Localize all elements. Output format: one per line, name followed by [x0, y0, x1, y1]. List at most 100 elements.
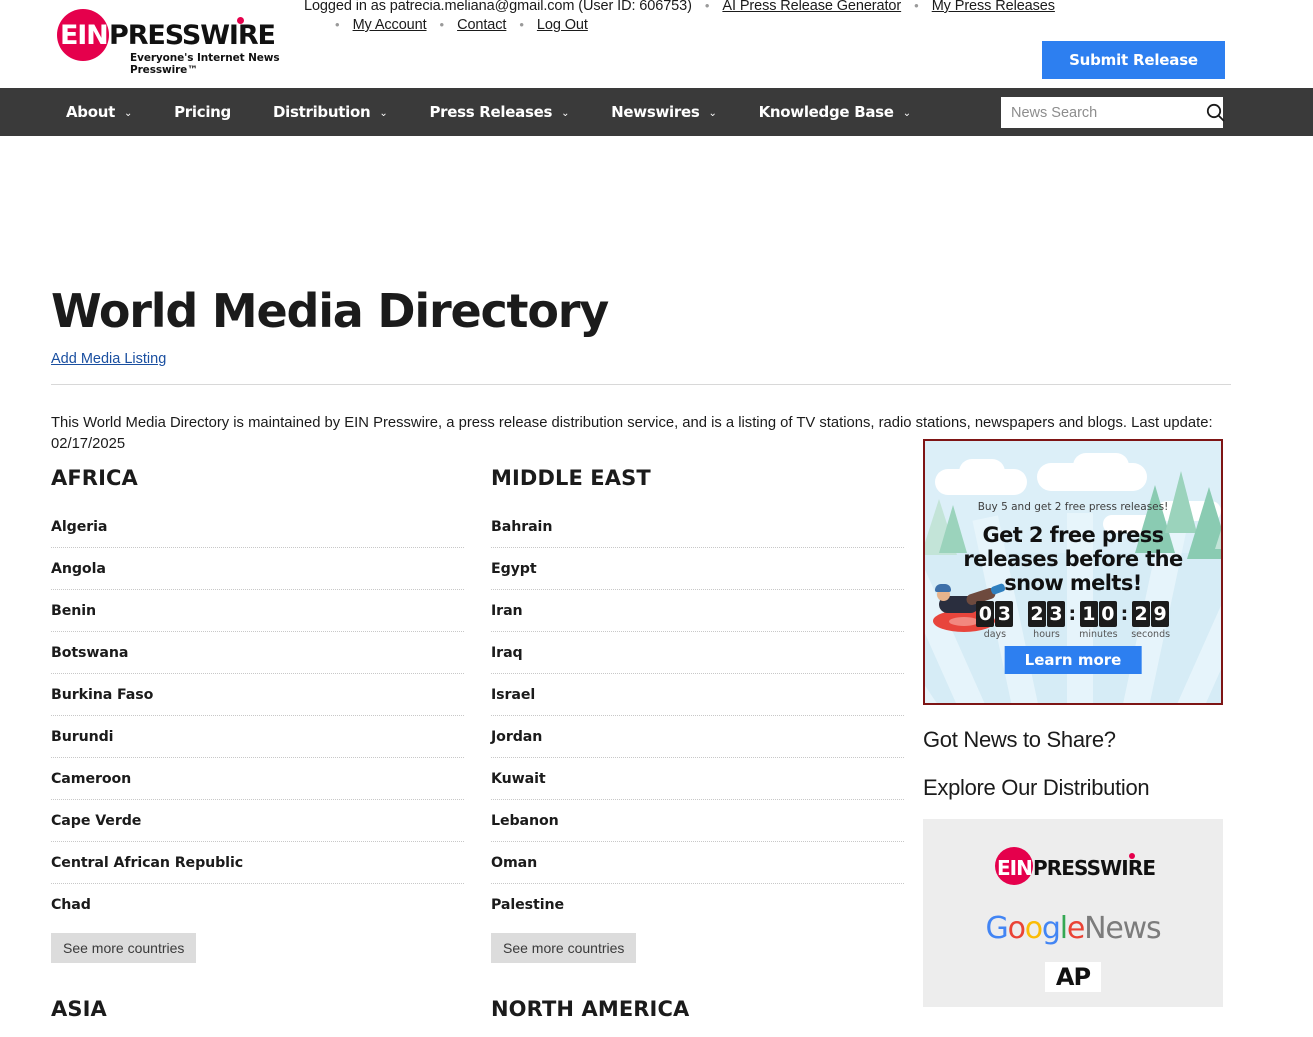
chevron-down-icon: ⌄: [561, 107, 570, 119]
countdown-digit: 2: [1028, 601, 1047, 627]
google-letter-o2: o: [1024, 911, 1043, 946]
region-heading-north-america: NORTH AMERICA: [491, 997, 690, 1021]
nav-item-list: About ⌄ Pricing Distribution ⌄ Press Releases…: [66, 88, 953, 136]
explore-distribution-heading: Explore Our Distribution: [923, 775, 1150, 800]
countdown-separator: :: [1120, 603, 1129, 625]
countdown-group-minutes: 1 0 minutes: [1079, 601, 1118, 640]
nav-item-label: Distribution: [273, 103, 371, 121]
contact-link[interactable]: Contact: [457, 17, 506, 33]
ein-presswire-logo[interactable]: EIN PRESSWIRE Everyone's Internet News P…: [51, 6, 296, 76]
bullet-separator-icon: •: [519, 16, 524, 32]
country-list-item[interactable]: Iran: [491, 590, 904, 632]
chevron-down-icon: ⌄: [708, 107, 717, 119]
logo-ein-text: EIN: [997, 856, 1033, 880]
nav-item-press-releases[interactable]: Press Releases ⌄: [429, 103, 569, 121]
chevron-down-icon: ⌄: [379, 107, 388, 119]
cloud-icon: [959, 459, 1005, 485]
country-list-item[interactable]: Algeria: [51, 506, 464, 548]
google-letter-g2: g: [1041, 911, 1061, 946]
ad-headline: Get 2 free press releases before the sno…: [963, 523, 1183, 595]
google-letter-g: G: [985, 911, 1009, 946]
countdown-group-hours: 2 3 hours: [1028, 601, 1066, 640]
ad-subheadline: Buy 5 and get 2 free press releases!: [977, 501, 1169, 513]
countdown-digits: 23: [1028, 601, 1066, 627]
nav-item-newswires[interactable]: Newswires ⌄: [611, 103, 717, 121]
right-sidebar: Buy 5 and get 2 free press releases! Get…: [923, 439, 1223, 1007]
country-list-item[interactable]: Kuwait: [491, 758, 904, 800]
countdown-digit: 1: [1079, 601, 1098, 627]
distribution-logo-google-news: GoogleNews: [923, 911, 1223, 946]
header-links-row-2: • My Account • Contact • Log Out: [322, 16, 588, 34]
nav-item-pricing[interactable]: Pricing: [174, 103, 231, 121]
distribution-logos-panel: EIN PRESSWIRE GoogleNews AP: [923, 819, 1223, 1007]
bullet-separator-icon: •: [704, 0, 710, 13]
country-list-item[interactable]: Oman: [491, 842, 904, 884]
logo-dot-icon: [1129, 853, 1135, 859]
country-list-item[interactable]: Israel: [491, 674, 904, 716]
logo-presswire-text: PRESSWIRE: [109, 20, 276, 51]
submit-release-button[interactable]: Submit Release: [1042, 41, 1225, 79]
nav-item-label: Knowledge Base: [758, 103, 894, 121]
countdown-digit: 3: [995, 601, 1014, 627]
country-list-middle-east: Bahrain Egypt Iran Iraq Israel Jordan Kuwait Le…: [491, 506, 904, 926]
countdown-label: minutes: [1079, 629, 1118, 640]
countdown-group-seconds: 2 9 seconds: [1131, 601, 1170, 640]
country-list-item[interactable]: Angola: [51, 548, 464, 590]
country-list-item[interactable]: Burundi: [51, 716, 464, 758]
nav-item-about[interactable]: About ⌄: [66, 103, 132, 121]
country-list-item[interactable]: Central African Republic: [51, 842, 464, 884]
google-letter-l: l: [1059, 911, 1068, 946]
promotional-ad-banner[interactable]: Buy 5 and get 2 free press releases! Get…: [923, 439, 1223, 705]
nav-item-label: About: [66, 103, 116, 121]
country-list-item[interactable]: Cameroon: [51, 758, 464, 800]
countdown-digit: 0: [1098, 601, 1117, 627]
add-media-listing-link[interactable]: Add Media Listing: [51, 351, 166, 367]
country-list-item[interactable]: Palestine: [491, 884, 904, 926]
logo-tagline: Everyone's Internet News Presswire™: [130, 52, 280, 76]
see-more-countries-africa-button[interactable]: See more countries: [51, 933, 197, 963]
nav-item-distribution[interactable]: Distribution ⌄: [273, 103, 388, 121]
news-search-box[interactable]: [1001, 97, 1225, 128]
bullet-separator-icon: •: [914, 0, 919, 13]
log-out-link[interactable]: Log Out: [537, 17, 588, 33]
ai-press-release-generator-link[interactable]: AI Press Release Generator: [722, 0, 901, 14]
country-list-item[interactable]: Lebanon: [491, 800, 904, 842]
logo-dot-icon: [237, 17, 244, 24]
country-list-item[interactable]: Jordan: [491, 716, 904, 758]
bullet-separator-icon: •: [335, 16, 340, 32]
nav-item-label: Pricing: [174, 103, 231, 121]
country-list-item[interactable]: Egypt: [491, 548, 904, 590]
google-news-word: News: [1084, 911, 1161, 946]
region-heading-middle-east: MIDDLE EAST: [491, 466, 651, 490]
country-list-item[interactable]: Bahrain: [491, 506, 904, 548]
google-letter-o1: o: [1007, 911, 1026, 946]
nav-item-knowledge-base[interactable]: Knowledge Base ⌄: [758, 103, 912, 121]
country-list-item[interactable]: Chad: [51, 884, 464, 926]
header-links-row-1: Logged in as patrecia.meliana@gmail.com …: [304, 0, 1055, 14]
my-account-link[interactable]: My Account: [353, 17, 427, 33]
search-button[interactable]: [1200, 97, 1231, 128]
country-list-item[interactable]: Benin: [51, 590, 464, 632]
bullet-separator-icon: •: [439, 16, 445, 32]
country-list-item[interactable]: Iraq: [491, 632, 904, 674]
main-navigation: About ⌄ Pricing Distribution ⌄ Press Releases…: [0, 88, 1313, 136]
countdown-digit: 9: [1151, 601, 1170, 627]
chevron-down-icon: ⌄: [902, 107, 911, 119]
region-column-middle-east: MIDDLE EAST Bahrain Egypt Iran Iraq Israel Jo…: [491, 466, 904, 1037]
country-list-item[interactable]: Botswana: [51, 632, 464, 674]
search-icon: [1206, 103, 1225, 122]
my-press-releases-link[interactable]: My Press Releases: [932, 0, 1055, 14]
logged-in-status: Logged in as patrecia.meliana@gmail.com …: [304, 0, 692, 14]
learn-more-button[interactable]: Learn more: [1004, 646, 1142, 674]
see-more-countries-middle-east-button[interactable]: See more countries: [491, 933, 637, 963]
countdown-digits: 03: [976, 601, 1014, 627]
country-list-item[interactable]: Cape Verde: [51, 800, 464, 842]
country-list-item[interactable]: Burkina Faso: [51, 674, 464, 716]
distribution-logo-ap: AP: [1045, 962, 1101, 992]
person-hat: [935, 584, 951, 592]
countdown-digits: 29: [1132, 601, 1170, 627]
search-input[interactable]: [1001, 97, 1200, 128]
google-letter-e: e: [1066, 911, 1085, 946]
region-heading-africa: AFRICA: [51, 466, 138, 490]
divider: [51, 384, 1231, 385]
